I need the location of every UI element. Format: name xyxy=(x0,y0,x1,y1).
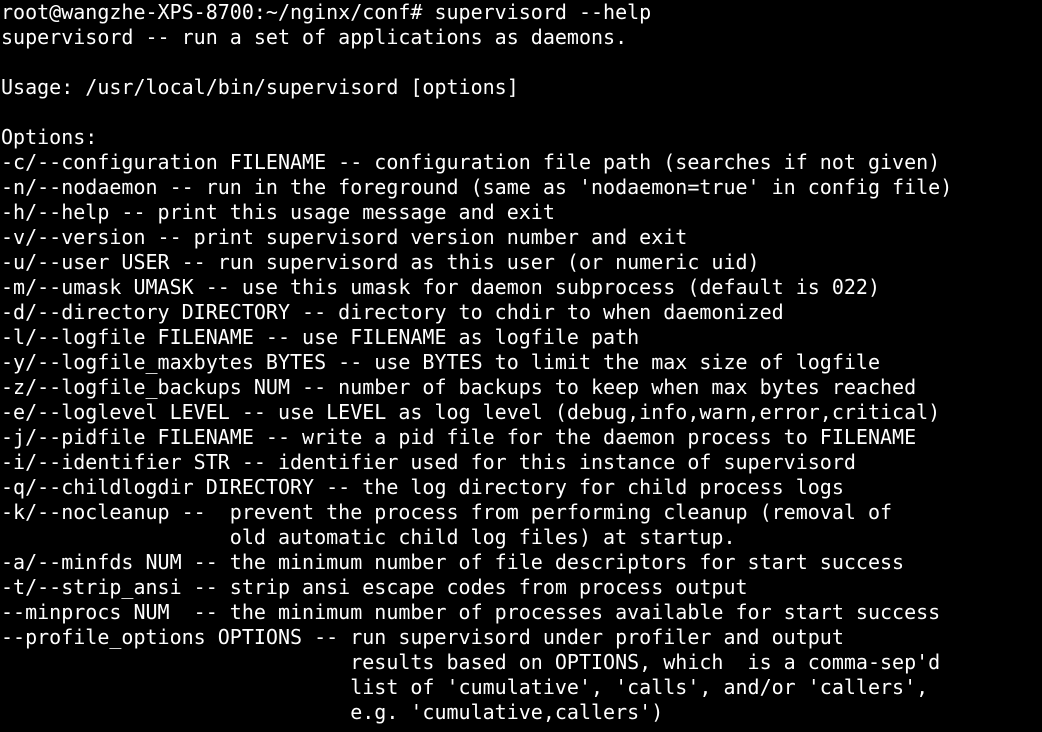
output-line: supervisord -- run a set of applications… xyxy=(1,25,628,49)
output-line: Usage: /usr/local/bin/supervisord [optio… xyxy=(1,75,519,99)
output-line: --minprocs NUM -- the minimum number of … xyxy=(1,600,941,624)
output-line: old automatic child log files) at startu… xyxy=(1,525,736,549)
output-line: -c/--configuration FILENAME -- configura… xyxy=(1,150,941,174)
output-line: -a/--minfds NUM -- the minimum number of… xyxy=(1,550,905,574)
output-line: --profile_options OPTIONS -- run supervi… xyxy=(1,625,844,649)
output-line: e.g. 'cumulative,callers') xyxy=(1,700,664,724)
output-line: -k/--nocleanup -- prevent the process fr… xyxy=(1,500,893,524)
output-line: -h/--help -- print this usage message an… xyxy=(1,200,555,224)
output-line: -y/--logfile_maxbytes BYTES -- use BYTES… xyxy=(1,350,880,374)
output-line: results based on OPTIONS, which is a com… xyxy=(1,650,941,674)
output-line: -e/--loglevel LEVEL -- use LEVEL as log … xyxy=(1,400,941,424)
output-line: -z/--logfile_backups NUM -- number of ba… xyxy=(1,375,917,399)
output-line: -i/--identifier STR -- identifier used f… xyxy=(1,450,856,474)
output-line: -n/--nodaemon -- run in the foreground (… xyxy=(1,175,953,199)
output-line: -j/--pidfile FILENAME -- write a pid fil… xyxy=(1,425,917,449)
terminal-window[interactable]: root@wangzhe-XPS-8700:~/nginx/conf# supe… xyxy=(0,0,1042,732)
output-line: -q/--childlogdir DIRECTORY -- the log di… xyxy=(1,475,844,499)
output-line: -v/--version -- print supervisord versio… xyxy=(1,225,688,249)
output-line: -m/--umask UMASK -- use this umask for d… xyxy=(1,275,880,299)
output-line: -u/--user USER -- run supervisord as thi… xyxy=(1,250,760,274)
output-line: -t/--strip_ansi -- strip ansi escape cod… xyxy=(1,575,748,599)
output-line: Options: xyxy=(1,125,98,149)
output-line: -l/--logfile FILENAME -- use FILENAME as… xyxy=(1,325,640,349)
output-line: -d/--directory DIRECTORY -- directory to… xyxy=(1,300,784,324)
output-line: list of 'cumulative', 'calls', and/or 'c… xyxy=(1,675,929,699)
command-prompt-line: root@wangzhe-XPS-8700:~/nginx/conf# supe… xyxy=(1,0,652,24)
